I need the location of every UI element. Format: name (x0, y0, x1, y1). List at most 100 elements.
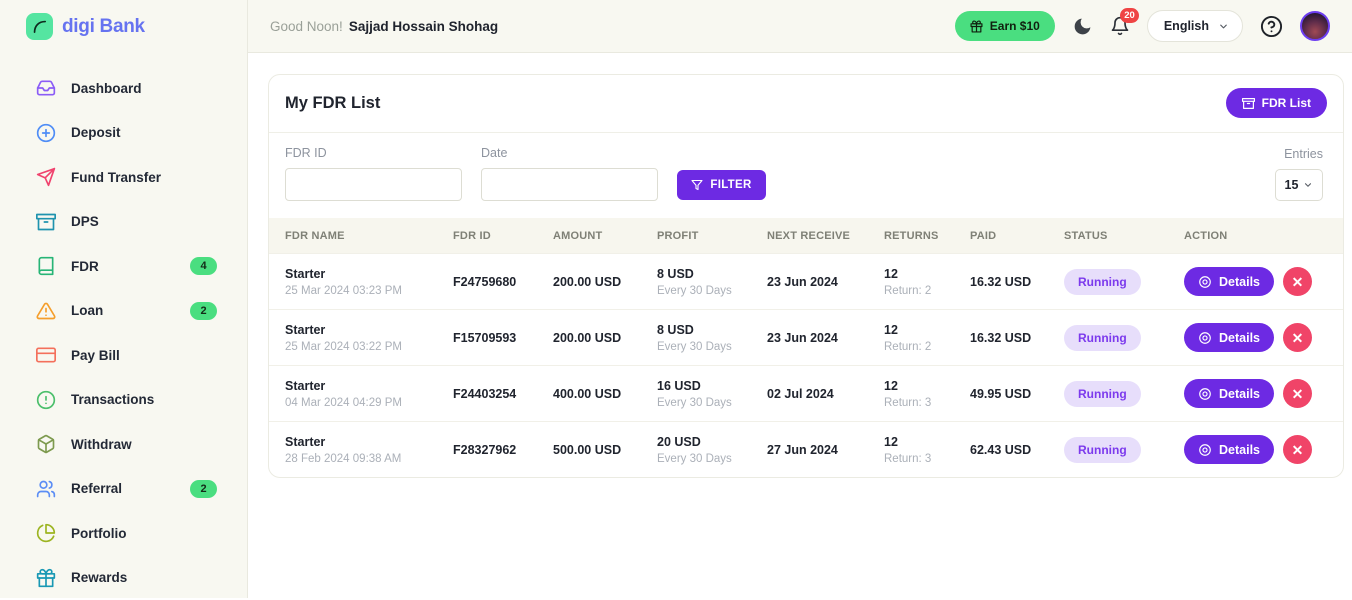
sidebar-item-fdr[interactable]: FDR 4 (0, 244, 247, 289)
eye-icon (1198, 331, 1212, 345)
action-cell: Details ✕ (1184, 323, 1343, 352)
alert-circle-icon (36, 390, 56, 410)
next-receive: 23 Jun 2024 (767, 331, 884, 345)
sidebar-item-dashboard[interactable]: Dashboard (0, 66, 247, 111)
amount: 500.00 USD (553, 443, 657, 457)
fdr-id-field: FDR ID (285, 146, 462, 201)
fdr-id: F24759680 (453, 275, 553, 289)
returns: 12 (884, 435, 970, 449)
card-header: My FDR List FDR List (269, 75, 1343, 132)
notification-count-badge: 20 (1120, 8, 1139, 23)
details-button[interactable]: Details (1184, 379, 1274, 408)
details-button-label: Details (1219, 387, 1260, 401)
gift-icon (970, 20, 983, 33)
returns-count: Return: 3 (884, 453, 970, 465)
sidebar-item-label: Transactions (71, 392, 154, 407)
table-row: Starter04 Mar 2024 04:29 PM F24403254 40… (269, 365, 1343, 421)
sidebar-item-label: Pay Bill (71, 348, 120, 363)
sidebar-item-fund-transfer[interactable]: Fund Transfer (0, 155, 247, 200)
column-header: FDR ID (453, 230, 553, 242)
alert-triangle-icon (36, 301, 56, 321)
fdr-date: 25 Mar 2024 03:23 PM (285, 285, 453, 297)
filter-button[interactable]: FILTER (677, 170, 766, 200)
action-cell: Details ✕ (1184, 267, 1343, 296)
sidebar-item-label: Portfolio (71, 526, 127, 541)
delete-fdr-button[interactable]: ✕ (1283, 323, 1312, 352)
fdr-id: F15709593 (453, 331, 553, 345)
dark-mode-toggle[interactable] (1072, 16, 1093, 37)
column-header: AMOUNT (553, 230, 657, 242)
sidebar-item-portfolio[interactable]: Portfolio (0, 511, 247, 556)
delete-fdr-button[interactable]: ✕ (1283, 379, 1312, 408)
action-cell: Details ✕ (1184, 379, 1343, 408)
sidebar-menu: Dashboard Deposit Fund Transfer DPS FDR … (0, 53, 247, 600)
entries-select[interactable]: 15 (1275, 169, 1323, 201)
details-button[interactable]: Details (1184, 323, 1274, 352)
column-header: ACTION (1184, 230, 1343, 242)
earn-button[interactable]: Earn $10 (955, 11, 1055, 41)
details-button[interactable]: Details (1184, 435, 1274, 464)
send-icon (36, 167, 56, 187)
next-receive: 23 Jun 2024 (767, 275, 884, 289)
moon-icon (1072, 16, 1093, 37)
profit-interval: Every 30 Days (657, 397, 767, 409)
fdr-count-badge: 4 (190, 257, 217, 275)
date-input[interactable] (481, 168, 658, 201)
paid: 49.95 USD (970, 387, 1064, 401)
returns-count: Return: 3 (884, 397, 970, 409)
returns-count: Return: 2 (884, 341, 970, 353)
sidebar-item-transactions[interactable]: Transactions (0, 378, 247, 423)
status-badge: Running (1064, 437, 1141, 463)
gift-icon (36, 568, 56, 588)
page-title: My FDR List (285, 94, 380, 113)
eye-icon (1198, 443, 1212, 457)
table-row: Starter28 Feb 2024 09:38 AM F28327962 50… (269, 421, 1343, 477)
sidebar-item-withdraw[interactable]: Withdraw (0, 422, 247, 467)
sidebar-item-label: Dashboard (71, 81, 142, 96)
sidebar-item-rewards[interactable]: Rewards (0, 556, 247, 600)
paid: 16.32 USD (970, 275, 1064, 289)
delete-fdr-button[interactable]: ✕ (1283, 435, 1312, 464)
sidebar-item-referral[interactable]: Referral 2 (0, 467, 247, 512)
archive-icon (36, 212, 56, 232)
sidebar-item-dps[interactable]: DPS (0, 200, 247, 245)
details-button-label: Details (1219, 443, 1260, 457)
brand-logo[interactable]: digi Bank (0, 0, 247, 53)
column-header: PAID (970, 230, 1064, 242)
sidebar-item-label: Referral (71, 481, 122, 496)
status-badge: Running (1064, 269, 1141, 295)
language-dropdown[interactable]: English (1147, 10, 1243, 42)
fdr-id-input[interactable] (285, 168, 462, 201)
date-label: Date (481, 146, 658, 160)
returns: 12 (884, 379, 970, 393)
sidebar-item-pay-bill[interactable]: Pay Bill (0, 333, 247, 378)
date-field: Date (481, 146, 658, 201)
table-row: Starter25 Mar 2024 03:22 PM F15709593 20… (269, 309, 1343, 365)
fdr-list-button-label: FDR List (1262, 96, 1311, 110)
paid: 16.32 USD (970, 331, 1064, 345)
avatar[interactable] (1300, 11, 1330, 41)
details-button[interactable]: Details (1184, 267, 1274, 296)
paid: 62.43 USD (970, 443, 1064, 457)
sidebar-item-label: Fund Transfer (71, 170, 161, 185)
sidebar-item-deposit[interactable]: Deposit (0, 111, 247, 156)
sidebar-item-loan[interactable]: Loan 2 (0, 289, 247, 334)
greeting-text: Good Noon! (270, 19, 343, 34)
help-button[interactable] (1260, 15, 1283, 38)
topbar: Good Noon! Sajjad Hossain Shohag Earn $1… (248, 0, 1352, 53)
pie-chart-icon (36, 523, 56, 543)
returns: 12 (884, 323, 970, 337)
sidebar-item-label: Loan (71, 303, 103, 318)
profit-interval: Every 30 Days (657, 341, 767, 353)
table-row: Starter25 Mar 2024 03:23 PM F24759680 20… (269, 253, 1343, 309)
column-header: PROFIT (657, 230, 767, 242)
notification-bell[interactable]: 20 (1110, 16, 1130, 36)
fdr-id: F28327962 (453, 443, 553, 457)
fdr-list-button[interactable]: FDR List (1226, 88, 1327, 118)
delete-fdr-button[interactable]: ✕ (1283, 267, 1312, 296)
question-circle-icon (1260, 15, 1283, 38)
entries-value: 15 (1285, 178, 1299, 192)
fdr-date: 04 Mar 2024 04:29 PM (285, 397, 453, 409)
next-receive: 27 Jun 2024 (767, 443, 884, 457)
close-icon: ✕ (1292, 387, 1304, 401)
